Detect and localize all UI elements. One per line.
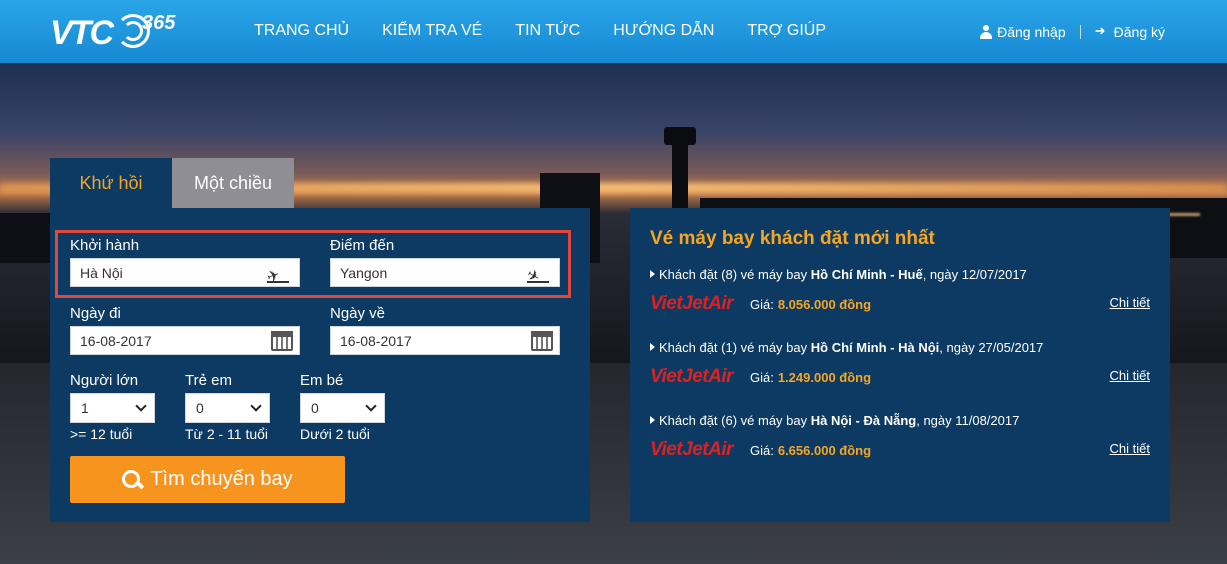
price-value: 8.056.000 đồng: [777, 297, 872, 312]
infants-select[interactable]: 0: [300, 393, 385, 423]
nav-home[interactable]: TRANG CHỦ: [254, 22, 349, 40]
price-label: Giá:: [750, 443, 774, 458]
flight-search-panel: Khởi hành Hà Nội ✈ Điểm đến Yangon ✈ Ngà…: [50, 208, 590, 522]
return-date-value: 16-08-2017: [340, 332, 412, 349]
logo-inner-ring-icon: [123, 21, 143, 41]
booking-date: , ngày 12/07/2017: [922, 267, 1027, 282]
booking-item: Khách đặt (1) vé máy bay Hồ Chí Minh - H…: [630, 340, 1170, 410]
children-value: 0: [196, 400, 204, 416]
chevron-down-icon: [135, 400, 147, 412]
to-label: Điểm đến: [330, 237, 395, 254]
plane-landing-icon: ✈: [523, 265, 551, 287]
recent-bookings-panel: Vé máy bay khách đặt mới nhất Khách đặt …: [630, 208, 1170, 522]
price-line: Giá: 6.656.000 đồng: [750, 443, 871, 458]
search-icon: [122, 469, 142, 490]
nav-news[interactable]: TIN TỨC: [515, 22, 580, 40]
from-label: Khởi hành: [70, 237, 140, 254]
booking-route: Hồ Chí Minh - Huế: [810, 267, 923, 282]
logo-suffix: 365: [142, 12, 176, 34]
chevron-down-icon: [365, 400, 377, 412]
adults-note: >= 12 tuổi: [70, 426, 133, 442]
search-flights-button[interactable]: Tìm chuyến bay: [70, 456, 345, 503]
booking-summary: Khách đặt (8) vé máy bay Hồ Chí Minh - H…: [650, 267, 1027, 282]
to-value: Yangon: [340, 264, 388, 281]
search-button-label: Tìm chuyến bay: [150, 468, 293, 490]
to-input[interactable]: Yangon ✈: [330, 258, 560, 287]
login-label: Đăng nhập: [997, 24, 1066, 40]
calendar-icon[interactable]: [531, 331, 553, 351]
chevron-down-icon: [250, 400, 262, 412]
return-date-label: Ngày về: [330, 305, 386, 322]
detail-link[interactable]: Chi tiết: [1110, 368, 1150, 383]
caret-right-icon: [650, 416, 655, 424]
nav-help[interactable]: TRỢ GIÚP: [747, 22, 826, 40]
depart-date-value: 16-08-2017: [80, 332, 152, 349]
return-date-input[interactable]: 16-08-2017: [330, 326, 560, 355]
booking-date: , ngày 27/05/2017: [939, 340, 1044, 355]
main-nav: TRANG CHỦ KIỂM TRA VÉ TIN TỨC HƯỚNG DẪN …: [254, 22, 859, 40]
children-select[interactable]: 0: [185, 393, 270, 423]
adults-label: Người lớn: [70, 372, 139, 389]
booking-date: , ngày 11/08/2017: [916, 413, 1020, 428]
infants-note: Dưới 2 tuổi: [300, 426, 370, 442]
login-link[interactable]: Đăng nhập: [980, 24, 1066, 40]
adults-select[interactable]: 1: [70, 393, 155, 423]
detail-link[interactable]: Chi tiết: [1110, 295, 1150, 310]
detail-link[interactable]: Chi tiết: [1110, 441, 1150, 456]
booking-route: Hồ Chí Minh - Hà Nội: [810, 340, 940, 355]
calendar-icon[interactable]: [271, 331, 293, 351]
user-icon: [980, 25, 993, 39]
booking-prefix: Khách đặt (6) vé máy bay: [659, 413, 811, 428]
infants-value: 0: [311, 400, 319, 416]
depart-date-input[interactable]: 16-08-2017: [70, 326, 300, 355]
logo-text: VTC: [50, 14, 114, 52]
from-value: Hà Nội: [80, 264, 123, 281]
nav-check-ticket[interactable]: KIỂM TRA VÉ: [382, 22, 482, 40]
price-label: Giá:: [750, 370, 774, 385]
infants-label: Em bé: [300, 372, 344, 389]
top-header: VTC 365 TRANG CHỦ KIỂM TRA VÉ TIN TỨC HƯ…: [0, 0, 1227, 63]
booking-prefix: Khách đặt (1) vé máy bay: [659, 340, 811, 355]
plane-takeoff-icon: ✈: [265, 265, 291, 287]
register-link[interactable]: Đăng ký: [1095, 23, 1165, 40]
sign-in-icon: [1095, 23, 1109, 39]
tab-round-trip[interactable]: Khứ hồi: [50, 158, 172, 208]
vietjet-logo: VietJetAir: [650, 366, 734, 387]
nav-guide[interactable]: HƯỚNG DẪN: [613, 22, 714, 40]
price-value: 1.249.000 đồng: [777, 370, 872, 385]
booking-prefix: Khách đặt (8) vé máy bay: [659, 267, 811, 282]
booking-route: Hà Nội - Đà Nẵng: [810, 413, 917, 428]
booking-item: Khách đặt (8) vé máy bay Hồ Chí Minh - H…: [630, 267, 1170, 337]
vietjet-logo: VietJetAir: [650, 293, 734, 314]
booking-summary: Khách đặt (1) vé máy bay Hồ Chí Minh - H…: [650, 340, 1043, 355]
caret-right-icon: [650, 343, 655, 351]
register-label: Đăng ký: [1113, 24, 1165, 40]
depart-date-label: Ngày đi: [70, 305, 121, 322]
price-value: 6.656.000 đồng: [777, 443, 872, 458]
vietjet-logo: VietJetAir: [650, 439, 734, 460]
vtc365-logo[interactable]: VTC 365: [50, 12, 180, 52]
price-label: Giá:: [750, 297, 774, 312]
auth-divider: [1079, 25, 1081, 39]
caret-right-icon: [650, 270, 655, 278]
children-note: Từ 2 - 11 tuổi: [185, 426, 269, 442]
price-line: Giá: 8.056.000 đồng: [750, 297, 871, 312]
recent-bookings-title: Vé máy bay khách đặt mới nhất: [650, 228, 935, 249]
children-label: Trẻ em: [185, 372, 232, 389]
booking-item: Khách đặt (6) vé máy bay Hà Nội - Đà Nẵn…: [630, 413, 1170, 483]
adults-value: 1: [81, 400, 89, 416]
auth-links: Đăng nhập Đăng ký: [980, 23, 1165, 40]
trip-type-tabs: Khứ hồi Một chiều: [50, 158, 294, 208]
from-input[interactable]: Hà Nội ✈: [70, 258, 300, 287]
price-line: Giá: 1.249.000 đồng: [750, 370, 871, 385]
tab-one-way[interactable]: Một chiều: [172, 158, 294, 208]
booking-summary: Khách đặt (6) vé máy bay Hà Nội - Đà Nẵn…: [650, 413, 1019, 428]
